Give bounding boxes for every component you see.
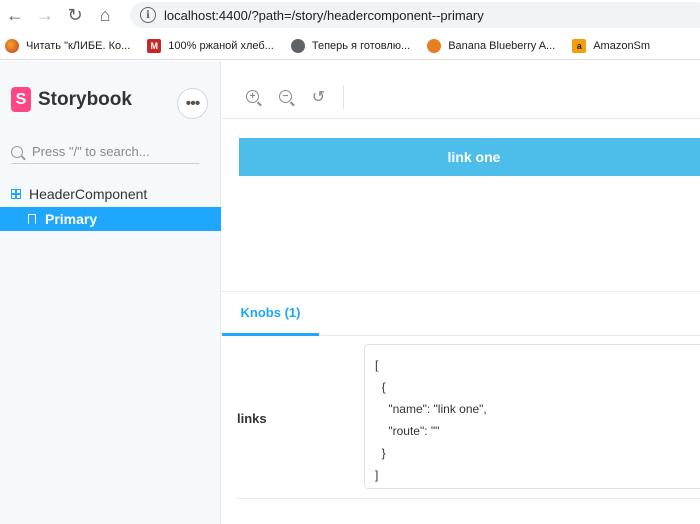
zoom-out-button[interactable]: − [269, 83, 302, 111]
bookmark-icon [28, 214, 36, 224]
canvas-toolbar: + − ↺ [222, 75, 700, 119]
search-icon [11, 145, 23, 158]
bookmark-2[interactable]: M 100% ржаной хлеб... [147, 38, 274, 53]
bookmark-label: 100% ржаной хлеб... [168, 39, 274, 52]
bookmark-5[interactable]: a AmazonSm [572, 38, 651, 53]
bookmark-label: Читать "кЛИБЕ. Ко... [26, 39, 131, 52]
search-input[interactable] [32, 144, 192, 159]
header-link-button[interactable]: link one [239, 138, 700, 176]
amazon-icon: a [572, 38, 587, 53]
bookmark-3[interactable]: Теперь я готовлю... [290, 38, 411, 53]
component-label: HeaderComponent [29, 186, 148, 202]
bookmark-4[interactable]: Banana Blueberry A... [427, 38, 556, 53]
component-icon [11, 189, 21, 199]
bookmarks-bar: Читать "кЛИБЕ. Ко... M 100% ржаной хлеб.… [0, 32, 700, 60]
ar-badge-icon [427, 38, 442, 53]
sidebar-item-headercomponent[interactable]: HeaderComponent [0, 182, 221, 206]
globe-icon [290, 38, 305, 53]
url-text[interactable]: localhost:4400/?path=/story/headercompon… [164, 8, 484, 23]
knob-json-editor[interactable]: [ { "name": "link one", "route": "" } ] [364, 344, 700, 489]
bookmark-label: Теперь я готовлю... [311, 39, 411, 52]
zoom-out-icon: − [279, 90, 292, 103]
knob-row: links [ { "name": "link one", "route": "… [237, 344, 700, 499]
info-icon[interactable]: i [140, 7, 156, 23]
bookmark-label: Banana Blueberry A... [448, 39, 556, 52]
reset-zoom-icon: ↺ [311, 88, 326, 106]
sidebar-item-primary[interactable]: Primary [0, 207, 221, 231]
storybook-brand[interactable]: S Storybook [11, 87, 132, 112]
back-arrow-icon[interactable]: ← [0, 0, 30, 30]
forward-arrow-icon[interactable]: → [30, 0, 60, 30]
brand-name: Storybook [38, 88, 132, 110]
reload-icon[interactable]: ↻ [60, 0, 90, 30]
zoom-in-icon: + [246, 90, 259, 103]
toolbar-divider [343, 84, 344, 109]
tab-knobs[interactable]: Knobs (1) [222, 292, 319, 336]
orange-circle-icon [5, 38, 19, 53]
addons-panel: Knobs (1) links [ { "name": "link one", … [222, 291, 700, 524]
knob-label: links [237, 411, 267, 426]
m-letter-icon: M [147, 38, 162, 53]
reset-zoom-button[interactable]: ↺ [302, 83, 335, 111]
story-label: Primary [45, 211, 98, 227]
more-options-button[interactable]: ••• [177, 88, 208, 119]
sidebar-search [11, 140, 199, 164]
bookmark-label: AmazonSm [593, 39, 651, 52]
storybook-sidebar: S Storybook ••• HeaderComponent Primary [0, 61, 221, 524]
storybook-logo-icon: S [11, 87, 31, 112]
home-icon[interactable]: ⌂ [90, 0, 120, 30]
story-preview: link one [222, 120, 700, 291]
addons-tabbar: Knobs (1) [222, 292, 700, 336]
bookmark-1[interactable]: Читать "кЛИБЕ. Ко... [5, 38, 131, 53]
address-bar[interactable]: i localhost:4400/?path=/story/headercomp… [130, 2, 700, 28]
zoom-in-button[interactable]: + [236, 83, 269, 111]
